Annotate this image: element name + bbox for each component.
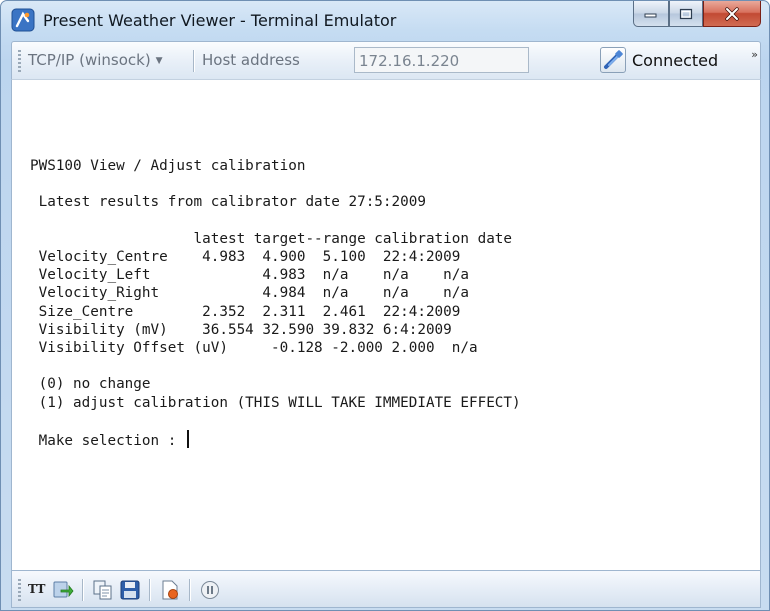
terminal-screen[interactable]: PWS100 View / Adjust calibration Latest … (11, 79, 761, 571)
terminal-line: latest target--range calibration date (30, 230, 513, 247)
close-button[interactable] (703, 1, 761, 27)
toolbar-separator (149, 579, 150, 601)
bottom-toolbar: TT (11, 571, 761, 608)
window-controls (633, 1, 761, 29)
toolbar-separator (82, 579, 83, 601)
window-title: Present Weather Viewer - Terminal Emulat… (43, 11, 397, 30)
terminal-line: Velocity_Right 4.984 n/a n/a n/a (30, 285, 469, 302)
toolbar-grip[interactable] (18, 50, 21, 72)
toolbar-grip[interactable] (18, 579, 21, 601)
toolbar-separator (193, 50, 194, 72)
app-window: Present Weather Viewer - Terminal Emulat… (0, 0, 770, 611)
send-icon[interactable] (52, 579, 74, 601)
terminal-line: Velocity_Centre 4.983 4.900 5.100 22:4:2… (30, 249, 461, 266)
host-address-field[interactable]: 172.16.1.220 (354, 47, 529, 73)
font-tt-button[interactable]: TT (28, 582, 45, 596)
connection-status-label: Connected (632, 51, 719, 70)
pause-icon[interactable] (199, 579, 221, 601)
terminal-line: (1) adjust calibration (THIS WILL TAKE I… (30, 394, 521, 411)
terminal-line: PWS100 View / Adjust calibration (30, 158, 306, 174)
minimize-icon (644, 13, 657, 17)
terminal-line: Visibility (mV) 36.554 32.590 39.832 6:4… (30, 321, 452, 338)
terminal-line: Visibility Offset (uV) -0.128 -2.000 2.0… (30, 340, 478, 357)
title-bar[interactable]: Present Weather Viewer - Terminal Emulat… (1, 1, 769, 41)
connection-toolbar: TCP/IP (winsock) ▼ Host address 172.16.1.… (11, 41, 761, 79)
chevron-down-icon: ▼ (155, 55, 163, 66)
terminal-output: PWS100 View / Adjust calibration Latest … (30, 157, 521, 450)
terminal-line: (0) no change (30, 376, 151, 393)
plug-icon (600, 47, 626, 73)
toolbar-overflow-icon[interactable]: » (751, 48, 758, 61)
maximize-button[interactable] (669, 1, 703, 27)
terminal-line: Latest results from calibrator date 27:5… (30, 194, 426, 211)
toolbar-separator (189, 579, 190, 601)
app-icon (11, 8, 35, 32)
text-cursor (186, 430, 189, 449)
terminal-prompt: Make selection : (30, 433, 185, 450)
maximize-icon (679, 8, 693, 19)
terminal-line: Velocity_Left 4.983 n/a n/a n/a (30, 267, 469, 284)
save-icon[interactable] (119, 579, 141, 601)
terminal-line: Size_Centre 2.352 2.311 2.461 22:4:2009 (30, 303, 461, 320)
copy-icon[interactable] (92, 579, 114, 601)
minimize-button[interactable] (633, 1, 669, 27)
record-icon[interactable] (159, 579, 181, 601)
connection-type-label: TCP/IP (winsock) (28, 51, 151, 69)
connection-type-dropdown[interactable]: TCP/IP (winsock) ▼ (28, 51, 163, 69)
host-address-label: Host address (202, 51, 300, 69)
close-icon (725, 6, 739, 21)
